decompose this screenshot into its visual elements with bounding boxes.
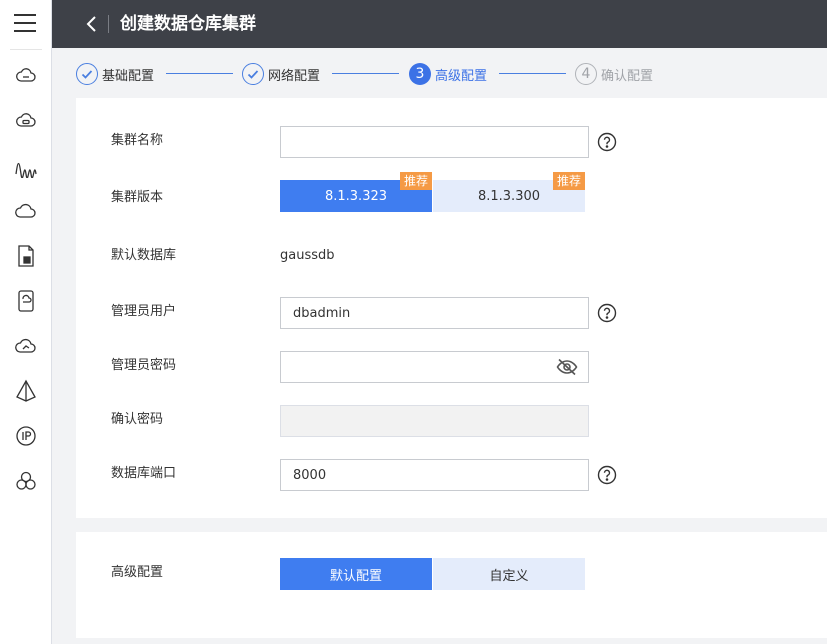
- advanced-config-label: 高级配置: [111, 565, 164, 580]
- help-icon[interactable]: [597, 132, 617, 152]
- header-divider: [108, 15, 109, 33]
- check-icon: [242, 63, 264, 85]
- cloud-server-icon[interactable]: [14, 64, 38, 88]
- cloud-disk-icon[interactable]: [14, 109, 38, 133]
- step-label: 确认配置: [601, 68, 654, 84]
- cloud-icon[interactable]: [14, 199, 38, 223]
- step-connector: [499, 73, 566, 74]
- cluster-icon[interactable]: [14, 469, 38, 493]
- cluster-name-input[interactable]: [280, 126, 589, 158]
- recommend-badge: 推荐: [399, 172, 432, 190]
- waveform-icon[interactable]: [14, 154, 38, 179]
- db-port-input[interactable]: [280, 459, 589, 491]
- step-connector: [332, 73, 399, 74]
- eye-off-icon[interactable]: [556, 358, 578, 376]
- help-icon[interactable]: [597, 465, 617, 485]
- back-button[interactable]: [82, 13, 102, 35]
- step-number: 4: [575, 63, 597, 85]
- step-2: 网络配置: [242, 60, 320, 88]
- version-option-label: 8.1.3.323: [324, 188, 388, 204]
- step-4: 4 确认配置: [575, 60, 653, 88]
- admin-user-input[interactable]: [280, 297, 589, 329]
- document-icon[interactable]: [14, 244, 38, 268]
- version-option-8-1-3-323[interactable]: 8.1.3.323 推荐: [280, 172, 432, 212]
- default-config-button[interactable]: 默认配置: [280, 558, 432, 590]
- advanced-config-card: 高级配置 默认配置 自定义: [76, 532, 827, 638]
- recommend-badge: 推荐: [552, 172, 585, 190]
- admin-password-label: 管理员密码: [111, 358, 177, 373]
- check-icon: [76, 63, 98, 85]
- cloud-refresh-icon[interactable]: [14, 334, 38, 358]
- page-header: 创建数据仓库集群: [52, 0, 827, 48]
- step-connector: [166, 73, 233, 74]
- cluster-version-label: 集群版本: [111, 190, 164, 205]
- option-label: 自定义: [489, 568, 529, 584]
- cluster-name-label: 集群名称: [111, 133, 164, 148]
- option-label: 默认配置: [329, 568, 382, 584]
- page-title: 创建数据仓库集群: [120, 14, 256, 34]
- step-label: 基础配置: [102, 68, 155, 84]
- db-port-label: 数据库端口: [111, 466, 177, 481]
- menu-icon[interactable]: [14, 14, 36, 34]
- sidebar: [0, 0, 52, 644]
- step-number: 3: [409, 63, 431, 85]
- sidebar-divider: [10, 49, 42, 50]
- step-label: 高级配置: [435, 68, 488, 84]
- ip-icon[interactable]: [14, 424, 38, 448]
- confirm-password-label: 确认密码: [111, 412, 164, 427]
- step-3: 3 高级配置: [409, 60, 487, 88]
- pyramid-icon[interactable]: [14, 379, 38, 403]
- step-label: 网络配置: [268, 68, 321, 84]
- device-icon[interactable]: [14, 289, 38, 313]
- confirm-password-input[interactable]: [280, 405, 589, 437]
- default-db-value: gaussdb: [280, 248, 335, 263]
- default-db-label: 默认数据库: [111, 248, 177, 263]
- version-option-label: 8.1.3.300: [477, 188, 541, 204]
- admin-password-input[interactable]: [280, 351, 589, 383]
- admin-user-label: 管理员用户: [111, 304, 177, 319]
- help-icon[interactable]: [597, 303, 617, 323]
- step-indicator: 基础配置 网络配置 3 高级配置 4 确认配置: [76, 60, 796, 88]
- cluster-config-card: 集群名称 集群版本 8.1.3.323 推荐 8.1.3.300 推荐 默认数据…: [76, 98, 827, 518]
- step-1: 基础配置: [76, 60, 154, 88]
- custom-config-button[interactable]: 自定义: [433, 558, 585, 590]
- version-option-8-1-3-300[interactable]: 8.1.3.300 推荐: [433, 172, 585, 212]
